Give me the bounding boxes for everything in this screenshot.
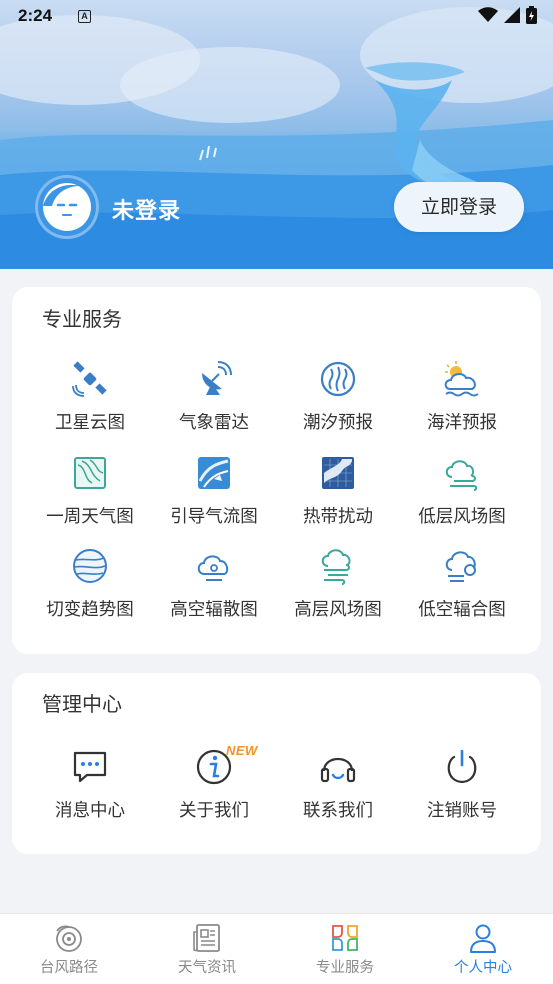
service-divergence[interactable]: 高空辐散图 (152, 546, 276, 621)
mgmt-about[interactable]: NEW 关于我们 (152, 743, 276, 822)
management-title: 管理中心 (42, 692, 122, 716)
service-label: 切变趋势图 (46, 600, 134, 620)
mgmt-label: 关于我们 (179, 801, 249, 821)
username-label[interactable]: 未登录 (112, 193, 181, 225)
notification-icon: A (78, 9, 92, 23)
nav-label: 个人中心 (454, 960, 512, 976)
status-time: 2:24 (18, 6, 53, 25)
globe-lines-icon (73, 549, 107, 583)
services-grid-icon (332, 925, 358, 951)
avatar[interactable] (35, 175, 99, 239)
mgmt-label: 消息中心 (55, 801, 125, 821)
tide-icon (320, 361, 356, 397)
service-label: 高空辐散图 (170, 600, 258, 620)
wifi-icon (478, 7, 498, 22)
service-label: 卫星云图 (55, 413, 125, 433)
service-label: 低空辐合图 (418, 600, 506, 620)
service-tropical[interactable]: 热带扰动 (276, 453, 400, 528)
sun-cloud-wave-icon (444, 361, 479, 397)
cloud-convergence-icon (445, 551, 476, 582)
nav-label: 天气资讯 (178, 960, 236, 976)
typhoon-icon (56, 925, 82, 952)
nav-pro-services[interactable]: 专业服务 (276, 914, 414, 984)
headset-icon (320, 757, 356, 783)
service-label: 引导气流图 (170, 507, 258, 527)
nav-label: 台风路径 (40, 960, 98, 976)
nav-weather-news[interactable]: 天气资讯 (138, 914, 276, 984)
weather-map-icon (74, 457, 106, 489)
news-icon (193, 924, 220, 952)
service-label: 海洋预报 (427, 413, 497, 433)
service-label: 气象雷达 (179, 413, 249, 433)
radar-dish-icon (202, 361, 232, 395)
service-shear[interactable]: 切变趋势图 (28, 546, 152, 621)
service-airflow[interactable]: 引导气流图 (152, 453, 276, 528)
service-label: 低层风场图 (418, 507, 506, 527)
service-satellite[interactable]: 卫星云图 (28, 359, 152, 434)
service-convergence[interactable]: 低空辐合图 (400, 546, 524, 621)
cloud-wind-icon (445, 460, 478, 491)
service-ocean[interactable]: 海洋预报 (400, 359, 524, 434)
management-card: 管理中心 消息中心 NEW 关于我们 联系我们 注销账号 (12, 673, 541, 854)
cloud-wind-high-icon (321, 549, 351, 585)
service-label: 热带扰动 (303, 507, 373, 527)
status-icons (478, 6, 537, 24)
airflow-map-icon (198, 457, 230, 489)
service-low-wind[interactable]: 低层风场图 (400, 453, 524, 528)
service-label: 一周天气图 (46, 507, 134, 527)
profile-header: 2:24 A 未登录 立即登录 (0, 0, 553, 269)
nav-profile[interactable]: 个人中心 (414, 914, 552, 984)
service-weekly-map[interactable]: 一周天气图 (28, 453, 152, 528)
pro-services-title: 专业服务 (42, 307, 122, 331)
person-icon (470, 924, 496, 953)
mgmt-contact[interactable]: 联系我们 (276, 747, 400, 822)
service-high-wind[interactable]: 高层风场图 (276, 546, 400, 621)
avatar-face-icon (43, 183, 91, 231)
login-button[interactable]: 立即登录 (394, 182, 524, 232)
mgmt-label: 注销账号 (427, 801, 497, 821)
mgmt-deregister[interactable]: 注销账号 (400, 747, 524, 822)
service-radar[interactable]: 气象雷达 (152, 359, 276, 434)
service-tide[interactable]: 潮汐预报 (276, 359, 400, 434)
power-icon (447, 749, 477, 784)
nav-typhoon-path[interactable]: 台风路径 (0, 914, 138, 984)
mgmt-messages[interactable]: 消息中心 (28, 747, 152, 822)
status-bar: 2:24 A (0, 0, 553, 32)
nav-label: 专业服务 (316, 960, 374, 976)
new-badge: NEW (226, 743, 258, 758)
mgmt-label: 联系我们 (303, 801, 373, 821)
cloud-divergence-icon (197, 555, 229, 581)
service-label: 潮汐预报 (303, 413, 373, 433)
pro-services-card: 专业服务 卫星云图 气象雷达 潮汐预报 海洋预报 一周天气图 引导气流图 热带扰… (12, 287, 541, 654)
satellite-icon (72, 361, 107, 397)
bottom-nav: 台风路径 天气资讯 专业服务 个人中心 (0, 913, 553, 984)
signal-icon (504, 7, 520, 23)
message-icon (73, 751, 107, 783)
service-label: 高层风场图 (294, 600, 382, 620)
battery-icon (526, 6, 537, 24)
tropical-map-icon (322, 457, 354, 489)
